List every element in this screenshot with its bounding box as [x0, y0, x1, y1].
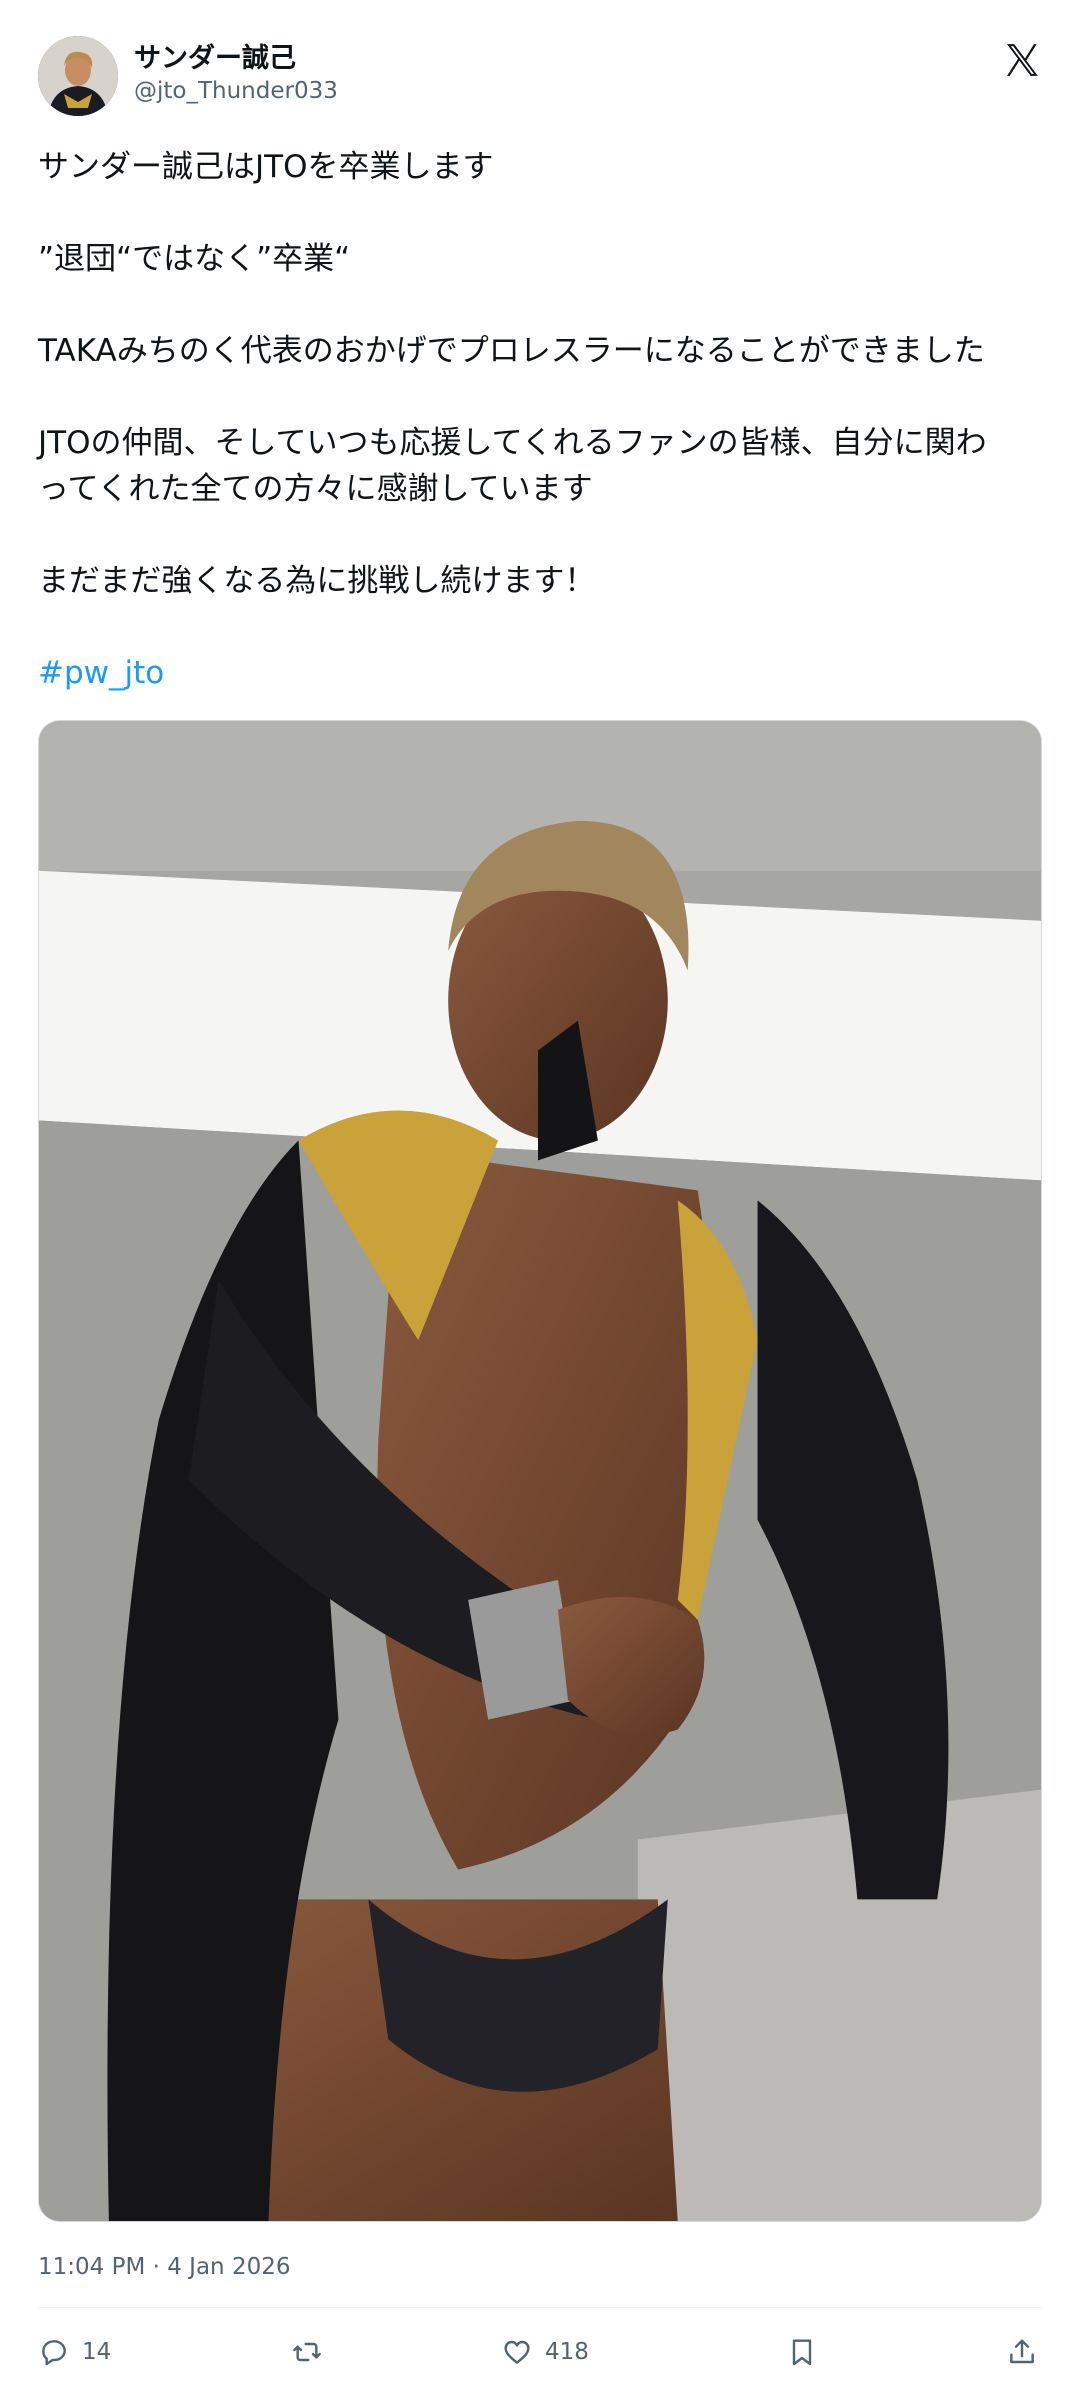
- reply-button[interactable]: 14: [38, 2328, 111, 2376]
- bookmark-button[interactable]: [786, 2328, 818, 2376]
- post-paragraph: サンダー誠己はJTOを卒業します: [38, 149, 494, 185]
- hashtag-link[interactable]: #pw_jto: [38, 650, 1042, 696]
- post-card: サンダー誠己 @jto_Thunder033 サンダー誠己はJTOを卒業します …: [0, 0, 1080, 2405]
- avatar[interactable]: [38, 36, 118, 116]
- repost-button[interactable]: [291, 2328, 323, 2376]
- post-timestamp[interactable]: 11:04 PM · 4 Jan 2026: [38, 2254, 290, 2280]
- reply-icon: [42, 2340, 66, 2366]
- post-photo[interactable]: [38, 720, 1042, 2222]
- display-name[interactable]: サンダー誠己: [134, 42, 338, 76]
- reply-count: 14: [82, 2339, 112, 2365]
- post-text: サンダー誠己はJTOを卒業します ”退団“ではなく”卒業“ TAKAみちのく代表…: [38, 144, 1042, 696]
- action-bar: 14 418: [38, 2328, 1042, 2376]
- share-icon: [1010, 2339, 1034, 2364]
- bookmark-icon: [792, 2339, 812, 2366]
- divider: [38, 2307, 1042, 2308]
- post-paragraph: TAKAみちのく代表のおかげでプロレスラーになることができました: [38, 333, 985, 369]
- like-count: 418: [545, 2339, 589, 2365]
- heart-icon: [504, 2340, 530, 2364]
- share-button[interactable]: [1006, 2328, 1038, 2376]
- repost-icon: [293, 2342, 321, 2362]
- like-button[interactable]: 418: [501, 2328, 589, 2376]
- user-info: サンダー誠己 @jto_Thunder033: [134, 42, 338, 106]
- post-header: サンダー誠己 @jto_Thunder033: [38, 36, 1042, 120]
- x-logo-icon[interactable]: [1002, 40, 1042, 80]
- user-handle[interactable]: @jto_Thunder033: [134, 76, 338, 106]
- post-paragraph: ”退団“ではなく”卒業“: [38, 241, 351, 277]
- post-paragraph: JTOの仲間、そしていつも応援してくれるファンの皆様、自分に関わ ってくれた全て…: [38, 425, 987, 507]
- post-paragraph: まだまだ強くなる為に挑戦し続けます！: [38, 563, 596, 599]
